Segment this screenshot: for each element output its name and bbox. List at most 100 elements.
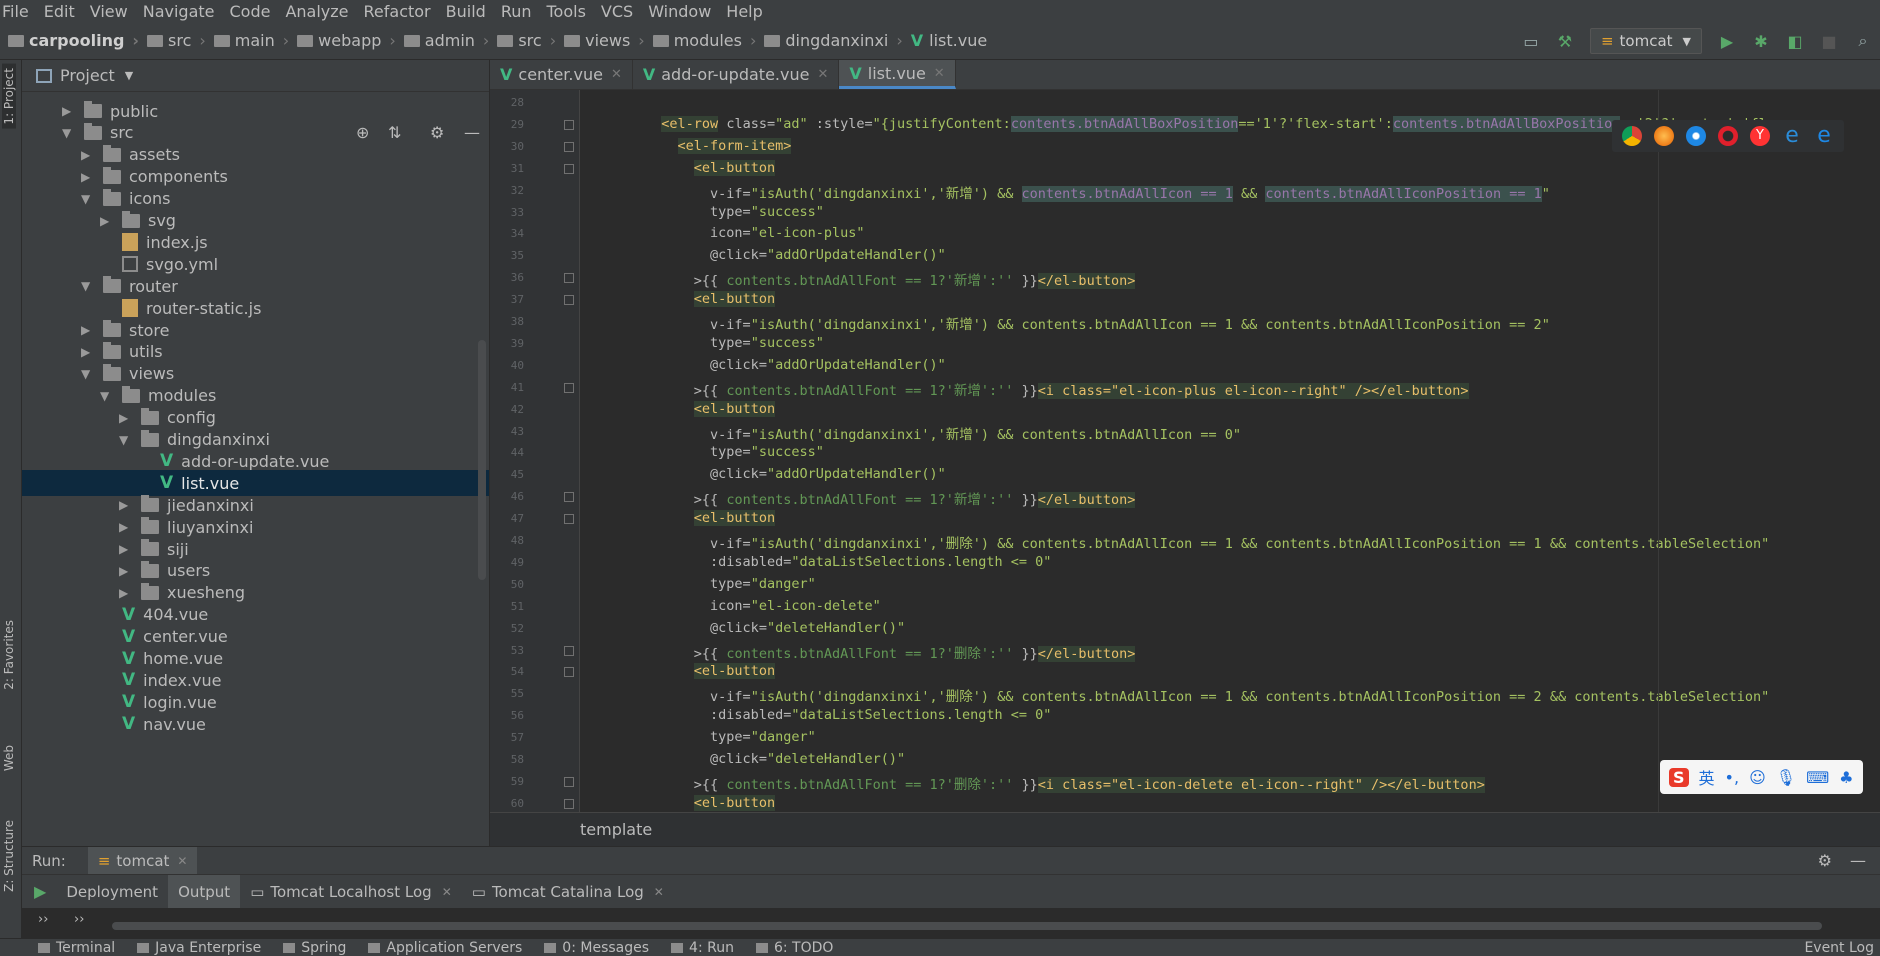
chevron-right-icon[interactable]: ▶ xyxy=(81,345,93,359)
breadcrumb-item[interactable]: main › xyxy=(213,31,289,50)
fold-marker-icon[interactable] xyxy=(564,492,574,503)
menu-item[interactable]: View xyxy=(90,2,135,21)
chevron-right-icon[interactable]: ▶ xyxy=(119,564,131,578)
breadcrumb-item[interactable]: carpooling › xyxy=(8,31,139,50)
run-tab[interactable]: ≡ tomcat ✕ xyxy=(87,846,198,875)
chevron-right-icon[interactable]: ▶ xyxy=(100,214,112,228)
stop-icon[interactable]: ■ xyxy=(1818,30,1840,52)
emoji-icon[interactable]: ☺ xyxy=(1749,768,1766,787)
chevron-right-icon[interactable]: ▶ xyxy=(81,323,93,337)
chevron-right-icon[interactable]: ▶ xyxy=(81,148,93,162)
debug-icon[interactable]: ✱ xyxy=(1750,30,1772,52)
menu-item[interactable]: File xyxy=(2,2,36,21)
chevron-down-icon[interactable]: ▼ xyxy=(81,279,93,293)
breadcrumb-item[interactable]: src › xyxy=(497,31,556,50)
firefox-icon[interactable] xyxy=(1654,126,1674,146)
menu-item[interactable]: Tools xyxy=(547,2,593,21)
close-icon[interactable]: ✕ xyxy=(934,66,945,81)
fold-marker-icon[interactable] xyxy=(564,382,574,393)
web-tool-tab[interactable]: Web xyxy=(2,745,16,771)
fold-marker-icon[interactable] xyxy=(564,776,574,787)
fold-marker-icon[interactable] xyxy=(564,295,574,306)
edge-icon[interactable]: e xyxy=(1814,125,1834,147)
fold-marker-icon[interactable] xyxy=(564,667,574,678)
expand-icon[interactable]: ›› xyxy=(38,912,48,927)
menu-item[interactable]: Navigate xyxy=(143,2,222,21)
close-icon[interactable]: ✕ xyxy=(654,885,664,899)
menu-item[interactable]: Code xyxy=(230,2,278,21)
project-tool-tab[interactable]: 1: Project xyxy=(2,64,16,129)
fold-marker-icon[interactable] xyxy=(564,514,574,525)
favorites-tool-tab[interactable]: 2: Favorites xyxy=(2,620,16,690)
tool-window-button[interactable]: 6: TODO xyxy=(755,940,833,956)
tree-scrollbar[interactable] xyxy=(478,340,486,580)
chevron-right-icon[interactable]: ▶ xyxy=(119,586,131,600)
fold-marker-icon[interactable] xyxy=(564,163,574,174)
run-config-dropdown[interactable]: ≡ tomcat ▼ xyxy=(1589,28,1702,54)
breadcrumb-item[interactable]: modules › xyxy=(652,31,756,50)
editor-tab[interactable]: Vcenter.vue ✕ xyxy=(490,60,633,89)
keyboard-icon[interactable]: ⌨ xyxy=(1806,768,1829,787)
safari-icon[interactable] xyxy=(1686,126,1706,146)
editor-breadcrumb[interactable]: template xyxy=(580,820,652,839)
chevron-right-icon[interactable]: ▶ xyxy=(119,411,131,425)
structure-tool-tab[interactable]: Z: Structure xyxy=(2,820,16,892)
close-icon[interactable]: ✕ xyxy=(817,67,828,82)
menu-item[interactable]: VCS xyxy=(601,2,640,21)
chevron-down-icon[interactable]: ▼ xyxy=(119,433,131,447)
menu-item[interactable]: Window xyxy=(648,2,718,21)
run-subtab[interactable]: Output xyxy=(168,874,241,909)
chrome-icon[interactable] xyxy=(1622,126,1642,146)
breadcrumb-item[interactable]: webapp › xyxy=(297,31,396,50)
tool-window-button[interactable]: Terminal xyxy=(38,940,115,956)
chevron-right-icon[interactable]: ▶ xyxy=(81,170,93,184)
chevron-right-icon[interactable]: ▶ xyxy=(62,104,74,118)
run-subtab[interactable]: ▭ Tomcat Localhost Log ✕ xyxy=(240,875,462,909)
breadcrumb-item[interactable]: admin › xyxy=(403,31,489,50)
chevron-down-icon[interactable]: ▼ xyxy=(81,367,93,381)
build-hammer-icon[interactable]: ⚒ xyxy=(1554,30,1576,52)
hide-icon[interactable]: — xyxy=(1850,851,1866,870)
run-subtab[interactable]: Deployment xyxy=(56,875,168,909)
menu-item[interactable]: Edit xyxy=(44,2,82,21)
menu-item[interactable]: Run xyxy=(501,2,539,21)
yandex-icon[interactable]: Y xyxy=(1750,126,1770,146)
code-editor[interactable]: <el-row class="ad" :style="{justifyConte… xyxy=(580,90,1880,812)
fold-marker-icon[interactable] xyxy=(564,645,574,656)
breadcrumb-item[interactable]: dingdanxinxi › xyxy=(764,31,903,50)
output-scrollbar[interactable] xyxy=(112,922,1822,930)
chevron-right-icon[interactable]: ▶ xyxy=(119,520,131,534)
close-icon[interactable]: ✕ xyxy=(442,885,452,899)
editor-tab[interactable]: Vadd-or-update.vue ✕ xyxy=(633,60,840,89)
tool-window-button[interactable]: Application Servers xyxy=(368,940,522,956)
breadcrumb-item[interactable]: views › xyxy=(564,31,645,50)
menu-item[interactable]: Build xyxy=(446,2,493,21)
chevron-right-icon[interactable]: ▶ xyxy=(119,498,131,512)
coverage-icon[interactable]: ◧ xyxy=(1784,30,1806,52)
menu-item[interactable]: Help xyxy=(726,2,769,21)
editor-tab[interactable]: Vlist.vue ✕ xyxy=(839,60,956,89)
skin-icon[interactable]: ♣ xyxy=(1839,768,1853,787)
tool-window-button[interactable]: Spring xyxy=(283,940,346,956)
run-icon[interactable]: ▶ xyxy=(1716,30,1738,52)
close-icon[interactable]: ✕ xyxy=(611,67,622,82)
gear-icon[interactable]: ⚙ xyxy=(1818,851,1832,870)
menu-item[interactable]: Analyze xyxy=(285,2,355,21)
breadcrumb-item[interactable]: Vlist.vue xyxy=(911,31,987,50)
chevron-down-icon[interactable]: ▼ xyxy=(81,192,93,206)
opera-icon[interactable] xyxy=(1718,126,1738,146)
fold-marker-icon[interactable] xyxy=(564,273,574,284)
chevron-right-icon[interactable]: ▶ xyxy=(119,542,131,556)
breadcrumb-item[interactable]: src › xyxy=(147,31,206,50)
tool-window-button[interactable]: 4: Run xyxy=(671,940,734,956)
tool-window-button[interactable]: 0: Messages xyxy=(544,940,649,956)
chevron-down-icon[interactable]: ▼ xyxy=(62,126,74,140)
expand-icon[interactable]: ›› xyxy=(74,912,84,927)
project-panel-title[interactable]: Project xyxy=(60,66,115,85)
menu-item[interactable]: Refactor xyxy=(364,2,438,21)
project-structure-icon[interactable]: ▭ xyxy=(1520,30,1542,52)
tree-item[interactable]: Vnav.vue xyxy=(22,711,489,737)
punctuation-icon[interactable]: •, xyxy=(1725,768,1740,787)
fold-marker-icon[interactable] xyxy=(564,119,574,130)
sogou-icon[interactable]: S xyxy=(1669,767,1689,787)
